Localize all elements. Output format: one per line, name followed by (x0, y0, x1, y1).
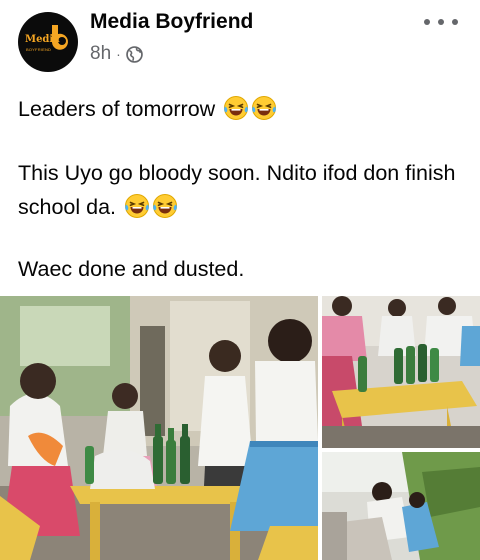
more-dot (452, 19, 458, 25)
avatar[interactable]: Media BOYFRIEND (18, 12, 78, 72)
post-text: Leaders of tomorrow This Uyo go bloody s… (18, 92, 468, 286)
post-meta: 8h · (90, 43, 143, 65)
laughing-tears-emoji-icon (125, 194, 149, 218)
more-dot (438, 19, 444, 25)
post-line-2-text: This Uyo go bloody soon. Ndito ifod don … (18, 161, 456, 219)
laughing-tears-emoji-icon (252, 96, 277, 120)
photo-top-right[interactable] (322, 296, 480, 448)
post-line-1: Leaders of tomorrow (18, 92, 468, 126)
more-dot (424, 19, 430, 25)
post-line-3: Waec done and dusted. (18, 257, 245, 281)
laughing-tears-emoji-icon (153, 194, 177, 218)
photo-bottom-right-image (322, 452, 480, 560)
more-options-button[interactable] (424, 12, 458, 32)
laughing-tears-emoji-icon (224, 96, 249, 120)
photo-top-right-image (322, 296, 480, 448)
post-line-1-text: Leaders of tomorrow (18, 97, 216, 121)
avatar-logo-sub: BOYFRIEND (26, 47, 52, 52)
post-header: Media BOYFRIEND Media Boyfriend 8h · (0, 0, 480, 80)
post-time[interactable]: 8h (90, 43, 111, 65)
photo-bottom-right[interactable] (322, 452, 480, 560)
meta-separator: · (116, 46, 121, 62)
post-line-2: This Uyo go bloody soon. Ndito ifod don … (18, 156, 468, 224)
photo-main-image (0, 296, 318, 560)
photo-main[interactable] (0, 296, 318, 560)
photo-grid (0, 296, 480, 560)
avatar-logo-icon (51, 25, 68, 50)
globe-icon[interactable] (126, 45, 143, 63)
author-name[interactable]: Media Boyfriend (90, 10, 253, 34)
